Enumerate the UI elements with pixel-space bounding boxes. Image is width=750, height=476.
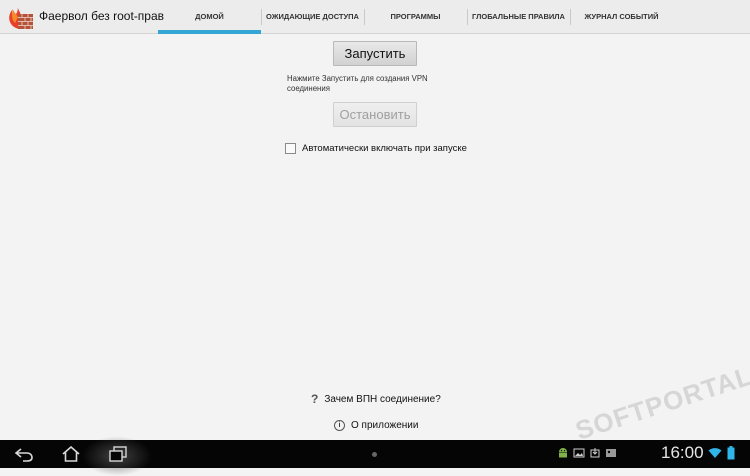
start-hint-text: Нажмите Запустить для создания VPN соеди…	[287, 74, 428, 93]
tab-label: Журнал событий	[584, 12, 659, 21]
home-icon[interactable]	[61, 446, 81, 462]
back-icon[interactable]	[14, 446, 34, 462]
question-icon: ?	[311, 392, 319, 406]
stop-button[interactable]: Остановить	[333, 102, 417, 127]
watermark: SOFTPORTAL	[571, 360, 750, 446]
tab-label: Домой	[195, 12, 224, 21]
status-icons	[557, 447, 621, 459]
system-bar: 16:00	[0, 436, 750, 476]
image-icon	[573, 448, 585, 458]
android-icon	[559, 448, 567, 458]
tab-pending-access[interactable]: Ожидающие доступа	[261, 0, 364, 33]
app-title: Фаервол без root-прав	[39, 9, 165, 23]
battery-icon	[727, 446, 735, 460]
tab-home[interactable]: Домой	[158, 0, 261, 34]
download-icon	[590, 448, 600, 458]
tab-global-rules[interactable]: Глобальные правила	[467, 0, 570, 33]
info-icon: i	[334, 420, 345, 431]
tab-bar: Домой Ожидающие доступа Программы Глобал…	[158, 0, 673, 34]
gallery-icon	[606, 449, 616, 457]
firewall-app-icon	[9, 6, 33, 29]
tab-label: Программы	[390, 12, 441, 21]
tab-event-log[interactable]: Журнал событий	[570, 0, 673, 33]
autostart-checkbox[interactable]	[285, 143, 296, 154]
why-vpn-label: Зачем ВПН соединение?	[324, 393, 441, 405]
tab-label: Глобальные правила	[472, 12, 565, 21]
clock: 16:00	[661, 443, 704, 462]
tab-label: Ожидающие доступа	[266, 12, 359, 21]
menu-dot-icon[interactable]	[372, 452, 377, 457]
why-vpn-link[interactable]: ? Зачем ВПН соединение?	[311, 392, 441, 406]
about-link[interactable]: i О приложении	[334, 420, 418, 431]
autostart-checkbox-row[interactable]: Автоматически включать при запуске	[285, 143, 467, 154]
autostart-label: Автоматически включать при запуске	[302, 143, 467, 154]
recents-icon[interactable]	[108, 446, 128, 462]
about-label: О приложении	[351, 420, 419, 431]
wifi-icon	[708, 448, 722, 458]
start-button[interactable]: Запустить	[333, 41, 417, 66]
tab-programs[interactable]: Программы	[364, 0, 467, 33]
action-bar: Фаервол без root-прав Домой Ожидающие до…	[0, 0, 750, 34]
